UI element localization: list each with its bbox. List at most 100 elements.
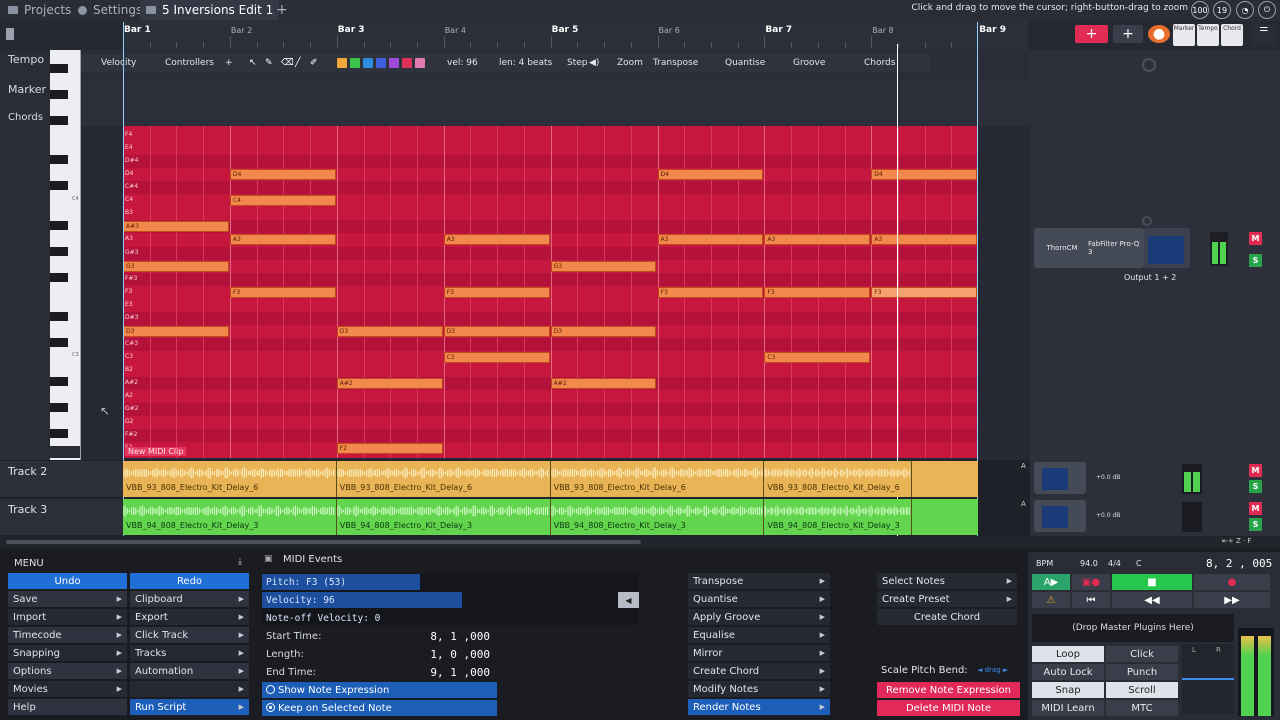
color-swatch-red[interactable]	[402, 58, 412, 68]
audio-clip[interactable]: VBB_93_808_Electro_Kit_Delay_6	[764, 461, 913, 497]
color-swatch-pink[interactable]	[415, 58, 425, 68]
color-swatch-indigo[interactable]	[376, 58, 386, 68]
midi-note[interactable]: F3	[657, 286, 764, 298]
midi-note[interactable]: A3	[871, 234, 978, 246]
stop-button[interactable]: ■	[1112, 574, 1192, 590]
master-plugins-dropzone[interactable]: (Drop Master Plugins Here)	[1032, 614, 1234, 642]
black-key[interactable]	[50, 155, 68, 164]
volume-plugin[interactable]	[1144, 228, 1190, 268]
add-track-button[interactable]: +	[1075, 25, 1108, 43]
scroll-down-icon[interactable]	[50, 446, 80, 458]
skip-start-icon[interactable]: ⏮	[1072, 592, 1110, 608]
color-swatch-blue[interactable]	[363, 58, 373, 68]
midi-note[interactable]: F2	[336, 443, 443, 455]
color-swatch-purple[interactable]	[389, 58, 399, 68]
key-value[interactable]: C	[1136, 559, 1142, 568]
output-label[interactable]: Output 1 + 2	[1124, 273, 1176, 282]
ruler[interactable]: Bar 1 Bar 2 Bar 3 Bar 4 Bar 5 Bar 6 Bar 7 Bar 8…	[123, 20, 1028, 50]
add-folder-button[interactable]: +	[1113, 25, 1143, 43]
midi-note[interactable]: A#2	[336, 378, 443, 390]
tab-settings[interactable]: Settings	[72, 0, 148, 20]
velocity-value[interactable]: vel: 96	[447, 56, 478, 70]
piano-keyboard[interactable]: C4 C3	[50, 50, 81, 460]
black-key[interactable]	[50, 377, 68, 386]
create-preset-menu[interactable]: Create Preset ▶	[877, 591, 1017, 607]
midi-record-icon[interactable]: ▣●	[1072, 574, 1110, 590]
marker-lane[interactable]	[81, 80, 1030, 110]
scroll-thumb[interactable]	[6, 540, 641, 544]
audio-clip[interactable]: VBB_94_808_Electro_Kit_Delay_3	[550, 499, 765, 535]
tempo-lane-label[interactable]: Tempo	[0, 53, 50, 66]
speaker-icon[interactable]: ◀)	[589, 56, 599, 70]
menu-item-help[interactable]: Help	[8, 699, 127, 715]
menu-item-snapping[interactable]: Snapping ▶	[8, 645, 127, 661]
menu-item-run-script[interactable]: Run Script ▶	[130, 699, 249, 715]
noteoff-velocity-field[interactable]: Note-off Velocity: 0	[262, 610, 462, 626]
zoom-controls[interactable]: ⇤+ Z · F	[1222, 537, 1251, 545]
black-key[interactable]	[50, 312, 68, 321]
midi-note[interactable]: C3	[764, 352, 871, 364]
download-icon[interactable]: ⤓	[238, 557, 242, 567]
track-2-header[interactable]: Track 2	[0, 461, 123, 497]
step-button[interactable]: Step	[567, 56, 588, 70]
create-chord-button[interactable]: Create Chord	[877, 609, 1017, 625]
midi-note[interactable]: A3	[657, 234, 764, 246]
midi-note[interactable]: D4	[657, 169, 764, 181]
track-3-header[interactable]: Track 3	[0, 499, 123, 535]
midi-note[interactable]: F3	[871, 286, 978, 298]
toggle-scroll[interactable]: Scroll	[1106, 682, 1178, 698]
end-time-value[interactable]: 9, 1 ,000	[370, 664, 494, 680]
action-modify-notes[interactable]: Modify Notes ▶	[688, 681, 830, 697]
quantise-menu[interactable]: Quantise	[725, 56, 765, 70]
plugin-slot[interactable]: FabFilter Pro-Q 3	[1088, 228, 1144, 268]
solo-button[interactable]: S	[1249, 254, 1262, 267]
warning-icon[interactable]: ⚠	[1032, 592, 1070, 608]
midi-note[interactable]: A3	[764, 234, 871, 246]
pianoroll-grid[interactable]: F4E4D#4D4C#4C4B3A#3A3G#3G3F#3F3E3D#3D3C#…	[123, 126, 978, 458]
keep-selected-note-option[interactable]: Keep on Selected Note	[262, 700, 497, 716]
rewind-icon[interactable]: ◀◀	[1112, 592, 1192, 608]
bpm-value[interactable]: 94.0	[1080, 559, 1098, 568]
record-icon[interactable]: ●	[1148, 25, 1170, 43]
track-3-lane[interactable]: VBB_94_808_Electro_Kit_Delay_3 VBB_94_808…	[123, 499, 978, 535]
midi-note[interactable]: A#2	[550, 378, 657, 390]
midi-note[interactable]: G3	[550, 260, 657, 272]
lock-icon[interactable]: ▣	[264, 554, 273, 564]
menu-item-clipboard[interactable]: Clipboard ▶	[130, 591, 249, 607]
black-key[interactable]	[50, 273, 68, 282]
chords-lane-label[interactable]: Chords	[0, 112, 50, 123]
midi-note[interactable]: A#3	[123, 221, 229, 233]
black-key[interactable]	[50, 338, 68, 347]
clock-icon[interactable]: ◔	[1236, 1, 1254, 19]
clip-name[interactable]: New MIDI Clip	[125, 447, 187, 456]
select-notes-menu[interactable]: Select Notes ▶	[877, 573, 1017, 589]
midi-note[interactable]: D4	[871, 169, 978, 181]
action-transpose[interactable]: Transpose ▶	[688, 573, 830, 589]
speaker-icon[interactable]: ◀	[618, 592, 639, 608]
brush-tool-icon[interactable]: ✐	[310, 56, 318, 70]
midi-note[interactable]: F3	[443, 286, 550, 298]
midi-note[interactable]: G3	[123, 260, 229, 272]
loop-start-marker[interactable]	[123, 22, 124, 536]
black-key[interactable]	[50, 64, 68, 73]
menu-item-save[interactable]: Save ▶	[8, 591, 127, 607]
audio-clip[interactable]: VBB_94_808_Electro_Kit_Delay_3	[336, 499, 551, 535]
tab-projects[interactable]: Projects	[2, 0, 77, 20]
start-time-value[interactable]: 8, 1 ,000	[370, 628, 494, 644]
track-2-lane[interactable]: VBB_93_808_Electro_Kit_Delay_6 VBB_93_808…	[123, 461, 978, 497]
midi-note[interactable]: A3	[443, 234, 550, 246]
pencil-tool-icon[interactable]: ✎	[265, 56, 273, 70]
toggle-loop[interactable]: Loop	[1032, 646, 1104, 662]
zoom-button[interactable]: Zoom	[617, 56, 643, 70]
mute-button[interactable]: M	[1249, 502, 1262, 515]
midi-note[interactable]: D3	[550, 325, 657, 337]
action-apply-groove[interactable]: Apply Groove ▶	[688, 609, 830, 625]
master-fader[interactable]: L R	[1182, 644, 1234, 714]
midi-note[interactable]: D4	[229, 169, 336, 181]
midi-note[interactable]: C4	[229, 195, 336, 207]
black-key[interactable]	[50, 429, 68, 438]
track-2-fader[interactable]	[1034, 462, 1086, 494]
toggle-click[interactable]: Click	[1106, 646, 1178, 662]
audio-clip[interactable]: VBB_93_808_Electro_Kit_Delay_6	[336, 461, 551, 497]
controllers-tab[interactable]: Controllers	[165, 56, 214, 70]
